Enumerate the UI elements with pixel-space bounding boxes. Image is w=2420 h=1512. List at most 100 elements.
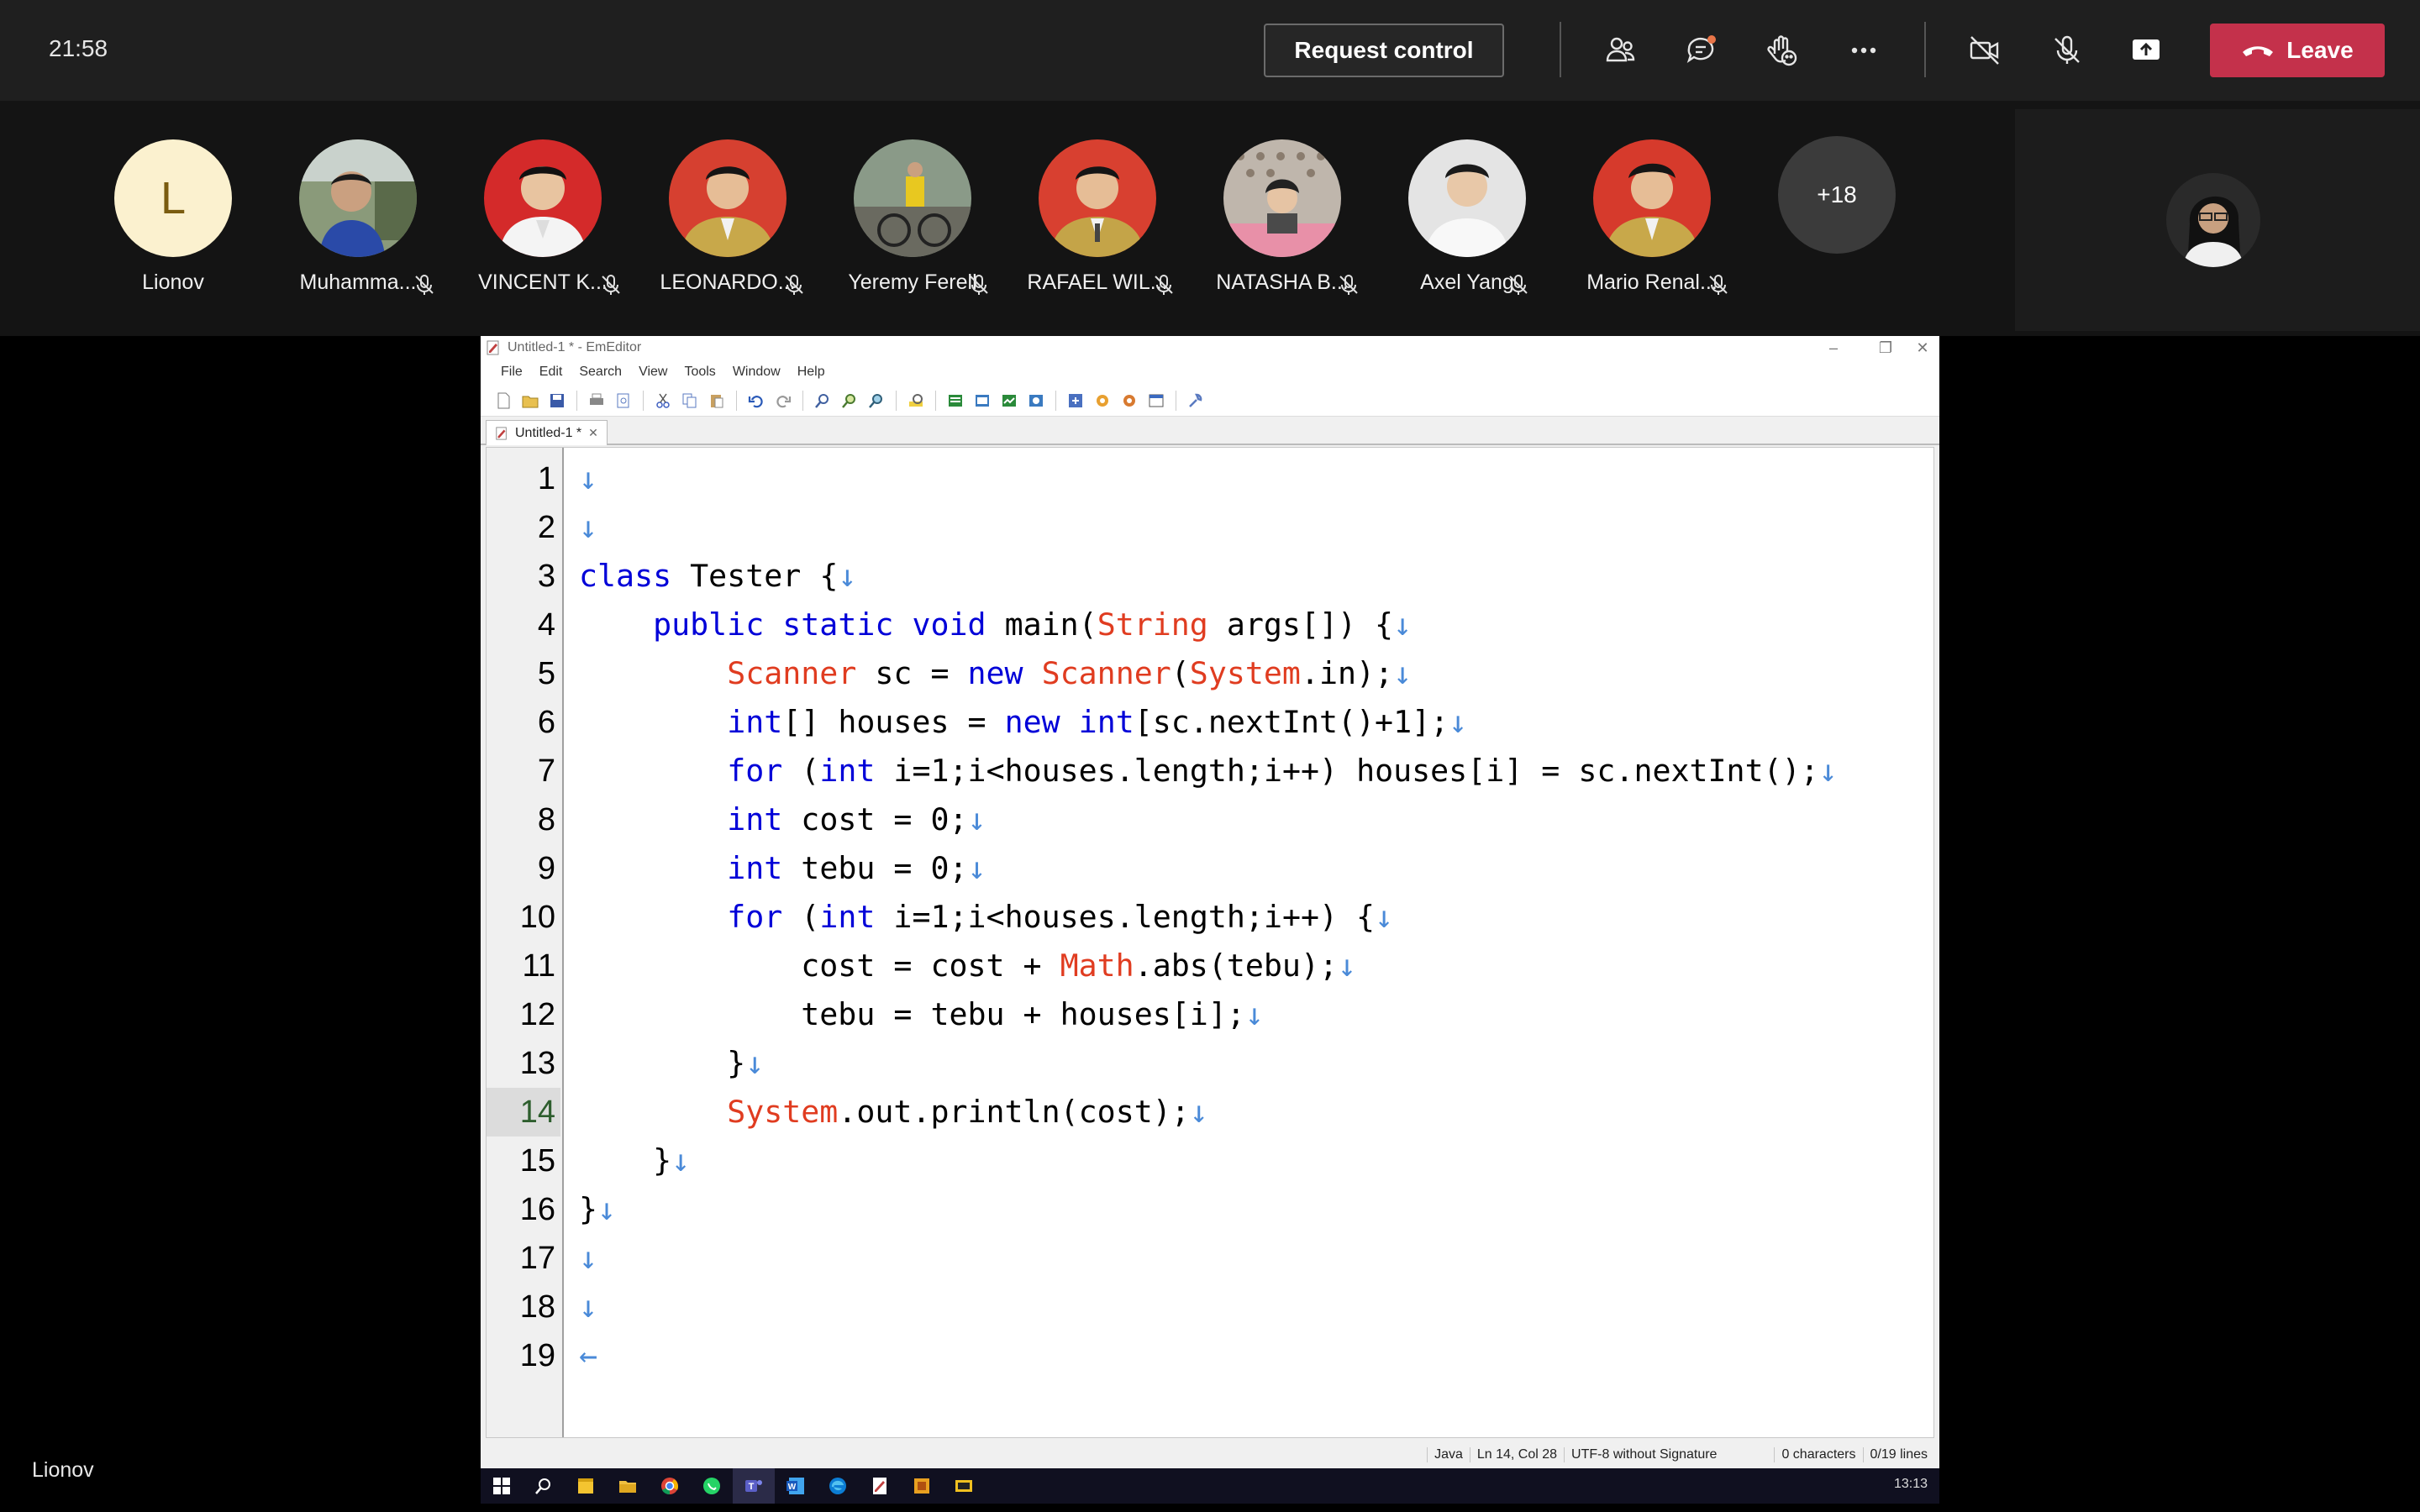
teams-icon[interactable]: T (733, 1468, 775, 1504)
word-icon[interactable]: W (775, 1468, 817, 1504)
status-encoding[interactable]: UTF-8 without Signature (1564, 1447, 1723, 1462)
participants-icon[interactable] (1595, 25, 1645, 76)
menu-view[interactable]: View (639, 365, 667, 380)
code-line[interactable]: 18 ↓ (487, 1283, 1932, 1331)
camera-off-icon[interactable] (1960, 25, 2010, 76)
menu-help[interactable]: Help (797, 365, 825, 380)
app-icon[interactable] (943, 1468, 985, 1504)
code-text: }↓ (579, 1045, 765, 1081)
leave-button[interactable]: Leave (2210, 24, 2385, 77)
raise-hand-icon[interactable] (1756, 25, 1807, 76)
code-line[interactable]: 13 }↓ (487, 1039, 1932, 1088)
emeditor-taskbar-icon[interactable] (859, 1468, 901, 1504)
edge-icon[interactable] (817, 1468, 859, 1504)
view-option-icon[interactable] (944, 390, 966, 412)
status-char-count: 0 characters (1774, 1447, 1862, 1462)
microphone-off-icon[interactable] (2042, 25, 2092, 76)
menu-bar: File Edit Search View Tools Window Help (481, 360, 1939, 385)
code-text: for (int i=1;i<houses.length;i++) {↓ (727, 899, 1394, 935)
more-participants-button[interactable]: +18 (1778, 136, 1896, 254)
code-line[interactable]: 5 Scanner sc = new Scanner(System.in);↓ (487, 649, 1932, 698)
app-icon[interactable] (901, 1468, 943, 1504)
close-window-button[interactable]: ✕ (1897, 336, 1948, 360)
paste-icon[interactable] (706, 390, 728, 412)
code-line[interactable]: 1 ↓ (487, 454, 1932, 503)
code-line[interactable]: 4 public static void main(String args[])… (487, 601, 1932, 649)
whatsapp-icon[interactable] (691, 1468, 733, 1504)
print-icon[interactable] (586, 390, 608, 412)
tab-label: Untitled-1 * (515, 425, 582, 440)
status-cursor-position[interactable]: Ln 14, Col 28 (1469, 1447, 1564, 1462)
plugin-icon[interactable] (1118, 390, 1140, 412)
newline-marker-icon: ↓ (1337, 948, 1357, 984)
status-line-count: 0/19 lines (1862, 1447, 1935, 1462)
code-line[interactable]: 16}↓ (487, 1185, 1932, 1234)
line-number: 4 (537, 607, 555, 643)
close-tab-icon[interactable]: ✕ (588, 426, 598, 440)
file-explorer-icon[interactable] (607, 1468, 649, 1504)
emeditor-app-icon (487, 340, 499, 355)
menu-search[interactable]: Search (579, 365, 622, 380)
code-text: class Tester {↓ (579, 558, 857, 594)
line-number: 3 (537, 559, 555, 594)
code-line[interactable]: 7 for (int i=1;i<houses.length;i++) hous… (487, 747, 1932, 795)
share-screen-icon[interactable] (2121, 25, 2171, 76)
menu-edit[interactable]: Edit (539, 365, 563, 380)
print-preview-icon[interactable] (613, 390, 634, 412)
window-icon[interactable] (1145, 390, 1167, 412)
code-line[interactable]: 2 ↓ (487, 503, 1932, 552)
avatar: L (114, 139, 232, 257)
code-line[interactable]: 15 }↓ (487, 1137, 1932, 1185)
code-line[interactable]: 19 ← (487, 1331, 1932, 1380)
find-icon[interactable] (812, 390, 834, 412)
line-number: 14 (487, 1088, 560, 1137)
search-icon[interactable] (523, 1468, 565, 1504)
more-actions-icon[interactable] (1839, 25, 1889, 76)
new-file-icon[interactable] (492, 390, 514, 412)
code-line[interactable]: 11 cost = cost + Math.abs(tebu);↓ (487, 942, 1932, 990)
view-option-icon[interactable] (1025, 390, 1047, 412)
code-editor[interactable]: 1 ↓ 2 ↓ 3 class Tester {↓ 4 public static void… (486, 447, 1934, 1438)
request-control-button[interactable]: Request control (1264, 24, 1504, 77)
participant-tile[interactable]: Axel Yang (1375, 139, 1560, 307)
redo-icon[interactable] (772, 390, 794, 412)
avatar (854, 139, 971, 257)
code-text: cost = cost + Math.abs(tebu);↓ (801, 948, 1357, 984)
cut-icon[interactable] (652, 390, 674, 412)
settings-icon[interactable] (1185, 390, 1207, 412)
find-next-icon[interactable] (839, 390, 860, 412)
participant-tile[interactable]: L Lionov (81, 139, 266, 307)
view-option-icon[interactable] (998, 390, 1020, 412)
microphone-off-icon (598, 272, 623, 297)
code-line[interactable]: 10 for (int i=1;i<houses.length;i++) {↓ (487, 893, 1932, 942)
open-folder-icon[interactable] (519, 390, 541, 412)
find-previous-icon[interactable] (865, 390, 887, 412)
tool-icon[interactable] (1092, 390, 1113, 412)
sticky-notes-icon[interactable] (565, 1468, 607, 1504)
code-line[interactable]: 17 ↓ (487, 1234, 1932, 1283)
tab-untitled-1[interactable]: Untitled-1 * ✕ (486, 420, 608, 445)
menu-file[interactable]: File (501, 365, 523, 380)
windows-start-icon[interactable] (481, 1468, 523, 1504)
chat-icon[interactable] (1676, 25, 1726, 76)
macro-icon[interactable] (1065, 390, 1086, 412)
code-line[interactable]: 9 int tebu = 0;↓ (487, 844, 1932, 893)
code-line[interactable]: 12 tebu = tebu + houses[i];↓ (487, 990, 1932, 1039)
menu-window[interactable]: Window (733, 365, 781, 380)
leave-label: Leave (2286, 37, 2354, 63)
code-line[interactable]: 3 class Tester {↓ (487, 552, 1932, 601)
code-text: ↓ (579, 454, 597, 503)
chrome-icon[interactable] (649, 1468, 691, 1504)
status-language[interactable]: Java (1427, 1447, 1470, 1462)
view-option-icon[interactable] (971, 390, 993, 412)
code-line[interactable]: 6 int[] houses = new int[sc.nextInt()+1]… (487, 698, 1932, 747)
code-line[interactable]: 14 System.out.println(cost);↓ (487, 1088, 1932, 1137)
save-icon[interactable] (546, 390, 568, 412)
minimize-button[interactable]: – (1808, 336, 1859, 360)
menu-tools[interactable]: Tools (684, 365, 715, 380)
highlight-icon[interactable] (905, 390, 927, 412)
undo-icon[interactable] (745, 390, 767, 412)
copy-icon[interactable] (679, 390, 701, 412)
newline-marker-icon: ↓ (1189, 1094, 1208, 1130)
code-line[interactable]: 8 int cost = 0;↓ (487, 795, 1932, 844)
